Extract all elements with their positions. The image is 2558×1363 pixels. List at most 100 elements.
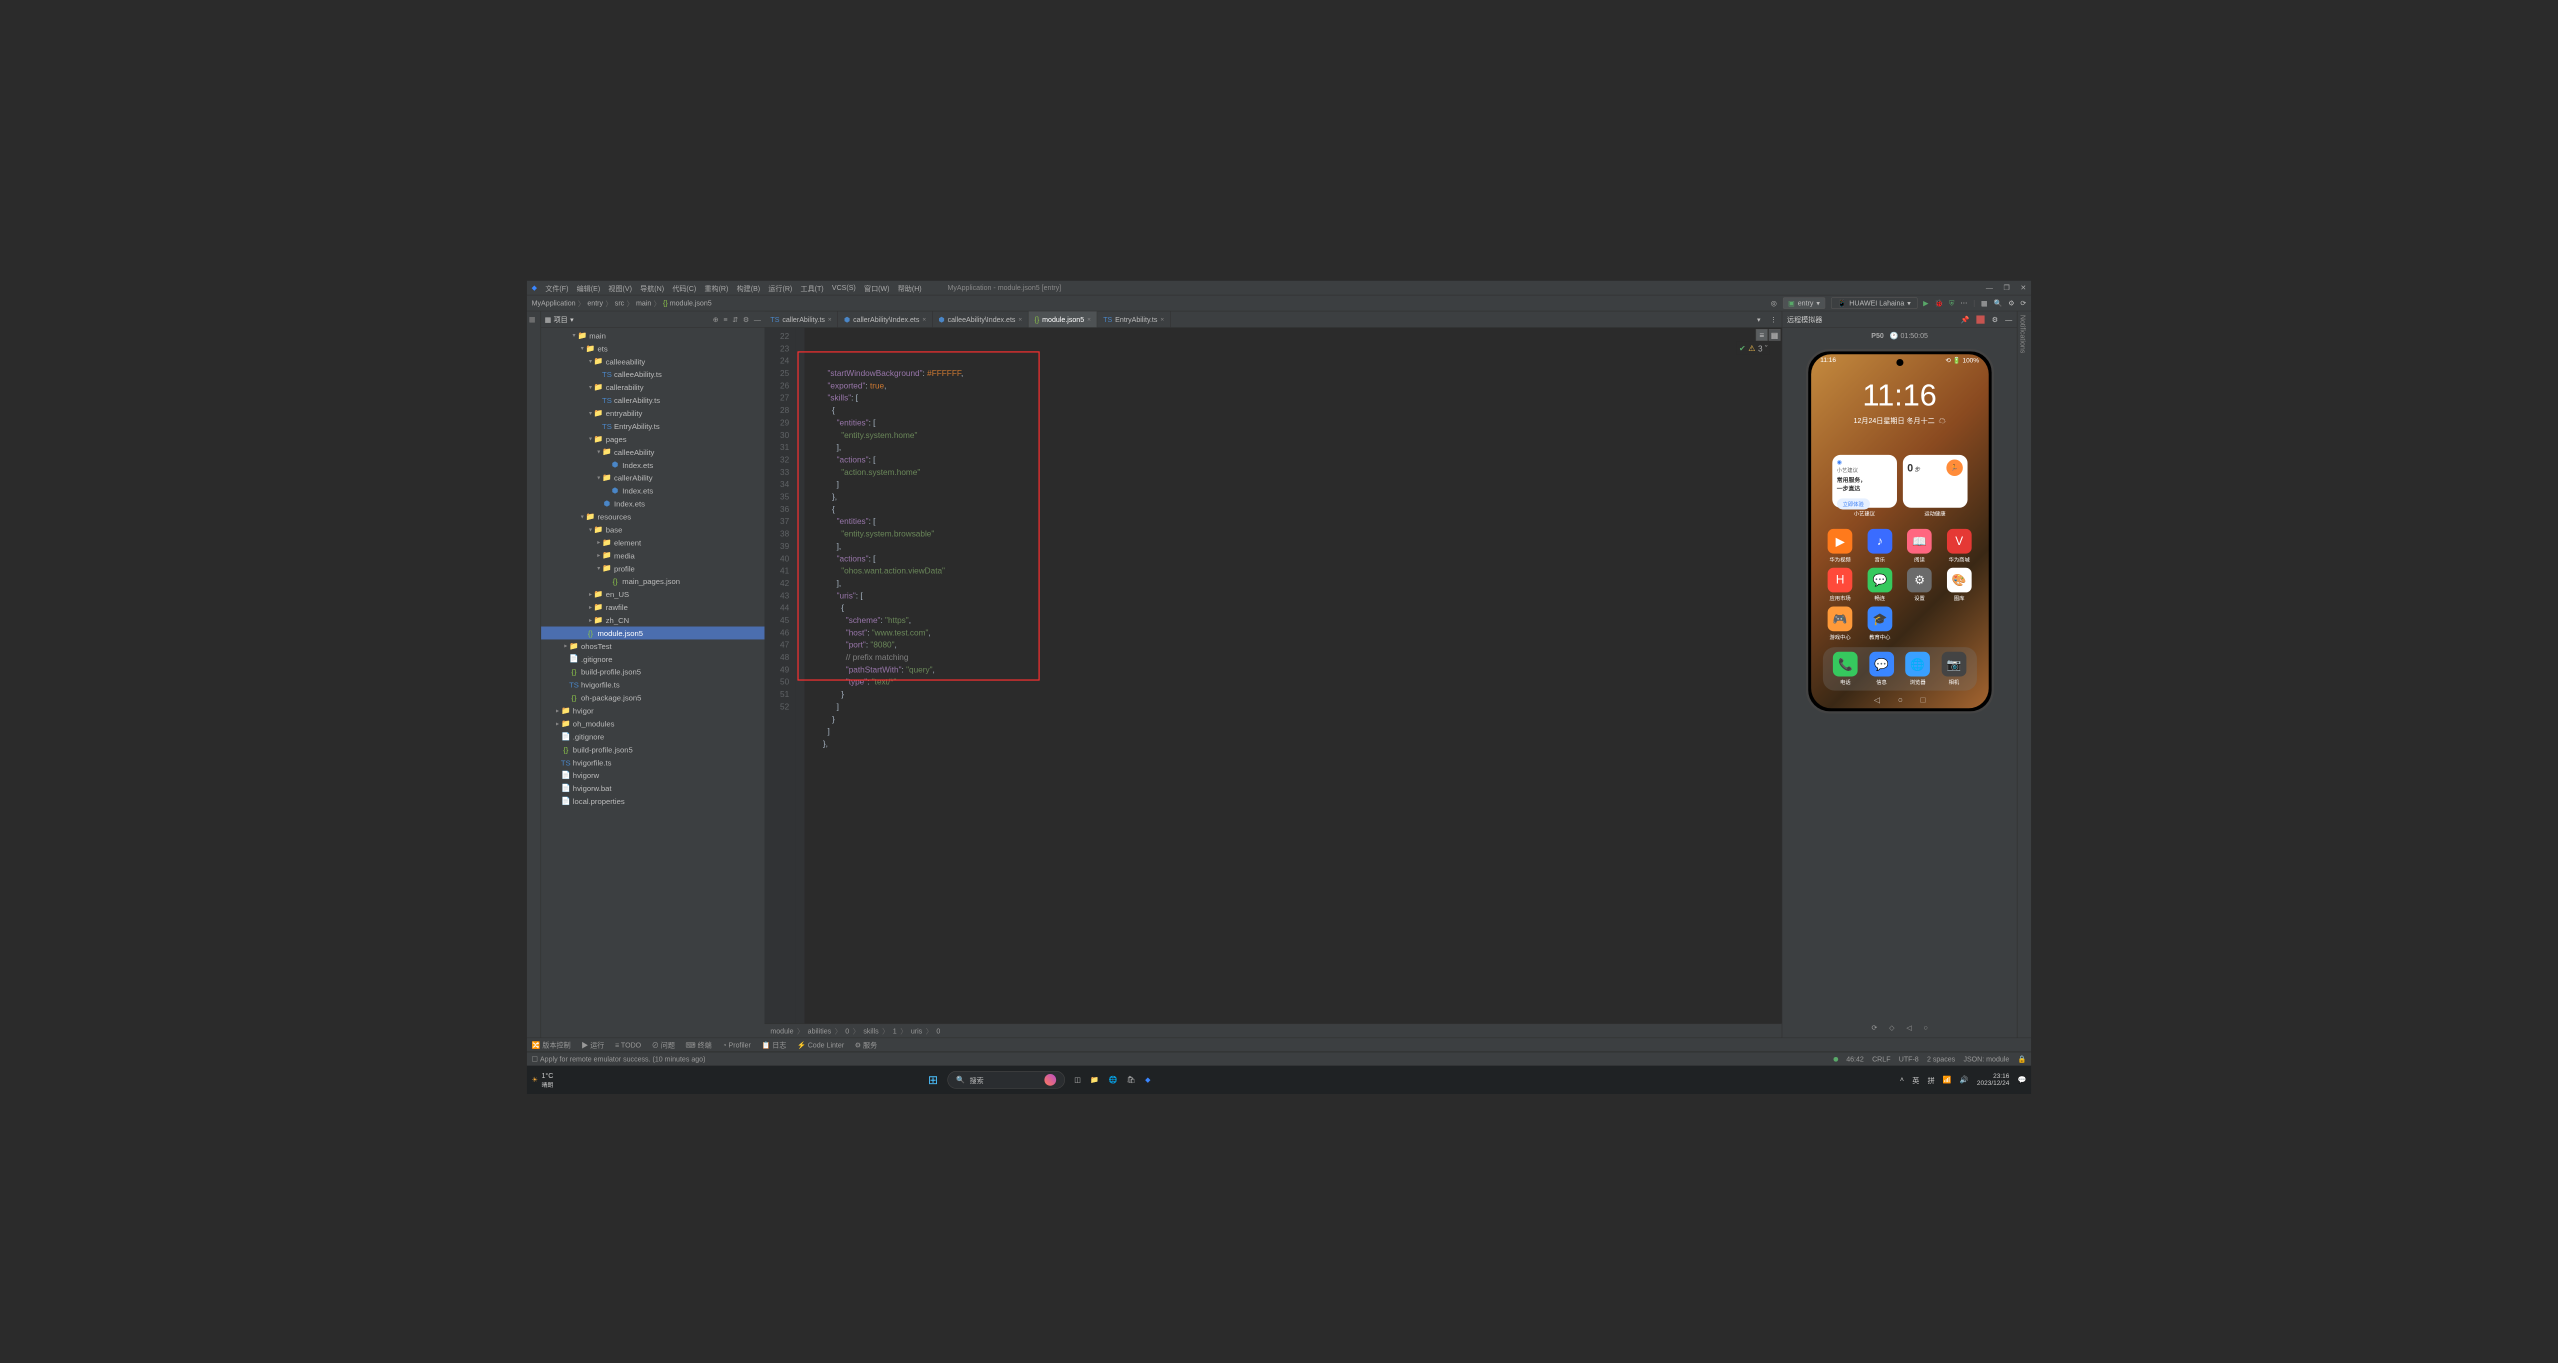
menu-build[interactable]: 构建(B) xyxy=(737,283,761,293)
dock-app[interactable]: 📷 相机 xyxy=(1942,652,1967,686)
crumb-item[interactable]: 0 xyxy=(936,1027,940,1035)
ime-mode[interactable]: 拼 xyxy=(1928,1075,1935,1085)
breadcrumb-item[interactable]: MyApplication xyxy=(532,299,576,307)
crumb-item[interactable]: module xyxy=(770,1027,793,1035)
text-view-icon[interactable]: ≡ xyxy=(1756,329,1768,341)
tab-dropdown-icon[interactable]: ▾ xyxy=(1752,315,1765,323)
tab-close-icon[interactable]: × xyxy=(828,316,832,323)
minimize-icon[interactable]: — xyxy=(1986,284,1993,292)
phone-app[interactable]: 🎮 游戏中心 xyxy=(1823,607,1858,641)
phone-app[interactable]: 💬 畅连 xyxy=(1862,568,1897,602)
tree-item[interactable]: ▸ 📁 oh_modules xyxy=(541,717,764,730)
line-ending[interactable]: CRLF xyxy=(1872,1055,1890,1063)
tree-item[interactable]: 📄 local.properties xyxy=(541,795,764,808)
start-icon[interactable]: ⊞ xyxy=(928,1073,938,1088)
phone-app[interactable]: 🎨 图库 xyxy=(1942,568,1977,602)
phone-app[interactable]: 📖 阅读 xyxy=(1902,529,1937,563)
code-editor[interactable]: 2223242526272829303132333435363738394041… xyxy=(765,328,1782,1024)
store-icon[interactable]: 🛍 xyxy=(1127,1076,1136,1084)
language[interactable]: JSON: module xyxy=(1963,1055,2009,1063)
device-mgr-icon[interactable]: ▦ xyxy=(1981,299,1988,307)
stop-icon[interactable] xyxy=(1977,315,1985,323)
breadcrumb-item[interactable]: main xyxy=(636,299,651,307)
taskbar-search[interactable]: 🔍 搜索 xyxy=(947,1071,1065,1089)
dock-app[interactable]: 🌐 浏览器 xyxy=(1905,652,1930,686)
deveco-icon[interactable]: ◆ xyxy=(1145,1076,1150,1084)
tree-item[interactable]: ▸ 📁 en_US xyxy=(541,588,764,601)
tree-item[interactable]: ▸ 📁 media xyxy=(541,549,764,562)
cursor-position[interactable]: 46:42 xyxy=(1846,1055,1864,1063)
tree-item[interactable]: 📄 .gitignore xyxy=(541,730,764,743)
expand-icon[interactable]: ≡ xyxy=(723,315,727,323)
tab-close-icon[interactable]: × xyxy=(922,316,926,323)
debug-icon[interactable]: 🐞 xyxy=(1934,299,1943,307)
back-icon[interactable]: ◁ xyxy=(1906,1023,1911,1031)
tree-item[interactable]: ▾ 📁 callerAbility xyxy=(541,471,764,484)
editor-tab[interactable]: ⬢callerAbility\Index.ets × xyxy=(838,311,932,327)
tab-more-icon[interactable]: ⋮ xyxy=(1765,315,1781,323)
tree-item[interactable]: 📄 hvigorw xyxy=(541,769,764,782)
encoding[interactable]: UTF-8 xyxy=(1899,1055,1919,1063)
phone-screen[interactable]: 11:16 ⟲ 🔋 100% 11:16 12月24日星期日 冬月十二 ☁ ◉ … xyxy=(1811,354,1989,708)
tree-item[interactable]: TS EntryAbility.ts xyxy=(541,420,764,433)
todo-tool[interactable]: ≡ TODO xyxy=(615,1041,641,1049)
search-icon[interactable]: 🔍 xyxy=(1994,299,2003,307)
menu-view[interactable]: 视图(V) xyxy=(608,283,632,293)
tree-item[interactable]: ▾ 📁 base xyxy=(541,523,764,536)
gear-icon[interactable]: ⚙ xyxy=(1992,315,1998,323)
tree-item[interactable]: ⬢ Index.ets xyxy=(541,484,764,497)
menu-window[interactable]: 窗口(W) xyxy=(864,283,889,293)
ime-indicator[interactable]: 英 xyxy=(1912,1075,1919,1085)
tree-item[interactable]: ▾ 📁 callerability xyxy=(541,381,764,394)
crumb-item[interactable]: abilities xyxy=(808,1027,832,1035)
image-view-icon[interactable]: ▦ xyxy=(1769,329,1781,341)
weather-widget[interactable]: ☀ 1°C晴朗 xyxy=(532,1071,554,1088)
hide-icon[interactable]: — xyxy=(754,315,761,323)
collapse-icon[interactable]: ⇵ xyxy=(732,315,738,323)
tree-item[interactable]: ▸ 📁 ohosTest xyxy=(541,639,764,652)
tree-item[interactable]: {} module.json5 xyxy=(541,627,764,640)
log-tool[interactable]: 📋 日志 xyxy=(761,1040,786,1050)
maximize-icon[interactable]: ❐ xyxy=(2004,284,2010,292)
edge-icon[interactable]: 🌐 xyxy=(1109,1076,1118,1084)
problems-tool[interactable]: ⊘ 问题 xyxy=(652,1040,675,1050)
tree-item[interactable]: ▾ 📁 pages xyxy=(541,432,764,445)
nav-keys[interactable]: ◁ ○ □ xyxy=(1811,695,1989,705)
breadcrumb-item[interactable]: src xyxy=(615,299,624,307)
help-icon[interactable]: ⟳ xyxy=(2020,299,2026,307)
phone-app[interactable]: ⚙ 设置 xyxy=(1902,568,1937,602)
menu-file[interactable]: 文件(F) xyxy=(545,283,568,293)
profiler-tool[interactable]: ◔ Profiler xyxy=(722,1041,751,1049)
widget-button[interactable]: 立即体验 xyxy=(1837,498,1870,509)
explorer-icon[interactable]: 📁 xyxy=(1090,1076,1099,1084)
rotate-icon[interactable]: ◇ xyxy=(1889,1023,1894,1031)
phone-app[interactable]: ▶ 华为视频 xyxy=(1823,529,1858,563)
tree-item[interactable]: ▾ 📁 calleeability xyxy=(541,355,764,368)
coverage-icon[interactable]: ⛨ xyxy=(1949,299,1954,308)
locate-icon[interactable]: ⊕ xyxy=(713,315,719,323)
breadcrumb-item[interactable]: {} module.json5 xyxy=(663,299,712,307)
project-tree[interactable]: ▾ 📁 main ▾ 📁 ets ▾ 📁 calleeability TS ca… xyxy=(541,328,764,1038)
tree-item[interactable]: ▸ 📁 element xyxy=(541,536,764,549)
tree-item[interactable]: ▸ 📁 hvigor xyxy=(541,704,764,717)
tree-item[interactable]: {} main_pages.json xyxy=(541,575,764,588)
breadcrumb-item[interactable]: entry xyxy=(587,299,603,307)
phone-app[interactable]: 🎓 教育中心 xyxy=(1862,607,1897,641)
lock-icon[interactable]: 🔒 xyxy=(2018,1055,2027,1063)
crumb-item[interactable]: uris xyxy=(911,1027,922,1035)
back-key-icon[interactable]: ◁ xyxy=(1874,695,1880,705)
widget-health[interactable]: 0 步 🏃 xyxy=(1903,455,1968,508)
menu-code[interactable]: 代码(C) xyxy=(672,283,696,293)
gear-icon[interactable]: ⚙ xyxy=(2008,299,2014,307)
wifi-icon[interactable]: 📶 xyxy=(1943,1076,1952,1084)
editor-tab[interactable]: TSEntryAbility.ts × xyxy=(1097,311,1170,327)
tab-close-icon[interactable]: × xyxy=(1018,316,1022,323)
tree-item[interactable]: 📄 hvigorw.bat xyxy=(541,782,764,795)
attach-icon[interactable]: ⋯ xyxy=(1960,299,1967,307)
tree-item[interactable]: TS callerAbility.ts xyxy=(541,394,764,407)
home-icon[interactable]: ○ xyxy=(1924,1023,1928,1031)
menu-navigate[interactable]: 导航(N) xyxy=(640,283,664,293)
crumb-item[interactable]: 1 xyxy=(893,1027,897,1035)
gear-icon[interactable]: ⚙ xyxy=(743,315,749,323)
crumb-item[interactable]: skills xyxy=(863,1027,878,1035)
